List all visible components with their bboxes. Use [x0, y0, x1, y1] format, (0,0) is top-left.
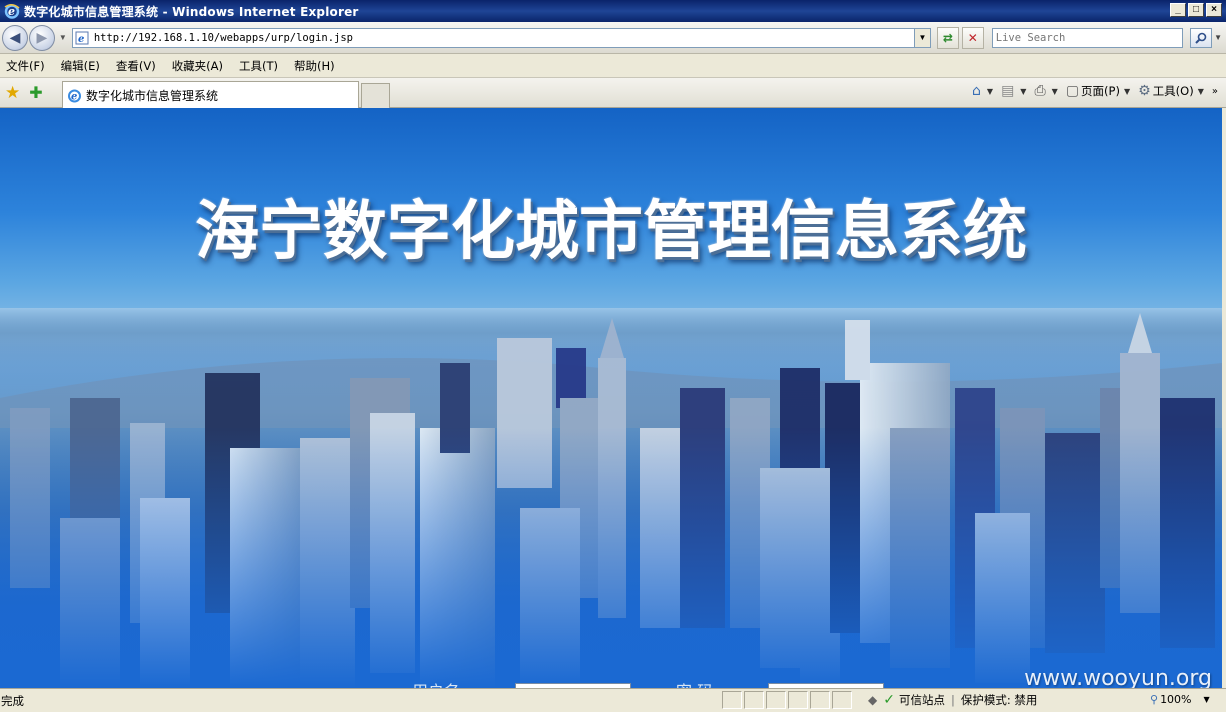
protected-mode-label: 保护模式: 禁用	[960, 693, 1038, 707]
username-label: 用户名	[412, 678, 460, 688]
home-button[interactable]: ⌂ ▼	[972, 83, 993, 99]
security-shield-icon: ◆	[868, 693, 878, 707]
history-dropdown-icon[interactable]: ▼	[59, 33, 69, 42]
window-controls: _ □ ×	[1170, 3, 1222, 17]
status-panes	[722, 691, 852, 709]
print-button[interactable]: ⎙ ▼	[1034, 83, 1057, 99]
feeds-button[interactable]: ▤ ▼	[1001, 83, 1026, 99]
tab-active[interactable]: e 数字化城市信息管理系统	[62, 81, 359, 108]
page-icon: e	[75, 31, 89, 45]
menu-file[interactable]: 文件(F)	[6, 58, 45, 74]
favorites-star-icon[interactable]: ★	[5, 83, 20, 103]
rss-feed-icon: ▤	[1001, 83, 1015, 99]
refresh-button[interactable]: ⇄	[936, 26, 959, 49]
page-content: 海宁数字化城市管理信息系统 用户名 密 码 www.wooyun.org	[0, 108, 1222, 688]
menu-edit[interactable]: 编辑(E)	[61, 58, 100, 74]
status-pane	[766, 691, 786, 709]
status-pane	[810, 691, 830, 709]
menu-view[interactable]: 查看(V)	[116, 58, 156, 74]
watermark-text: www.wooyun.org	[1024, 666, 1212, 688]
add-favorite-icon[interactable]: ✚	[29, 83, 42, 103]
search-icon	[1195, 32, 1207, 44]
zone-label: 可信站点	[898, 693, 945, 707]
tab-bar: ★ ✚ e 数字化城市信息管理系统 ⌂ ▼ ▤ ▼ ⎙ ▼ ▢ 页面(P) ▼ ⚙ 工具(O…	[0, 78, 1226, 108]
security-zone[interactable]: ◆ ✓ 可信站点 | 保护模式: 禁用	[868, 692, 1037, 708]
status-pane	[832, 691, 852, 709]
search-input[interactable]	[991, 27, 1184, 48]
page-menu-label: 页面(P)	[1081, 84, 1120, 98]
status-pane	[744, 691, 764, 709]
search-button[interactable]	[1190, 27, 1213, 48]
svg-text:e: e	[8, 5, 15, 18]
window-title: 数字化城市信息管理系统 - Windows Internet Explorer	[24, 4, 359, 19]
gear-icon: ⚙	[1138, 83, 1151, 99]
address-dropdown-button[interactable]: ▼	[914, 27, 931, 48]
toolbar-overflow-button[interactable]: »	[1212, 86, 1218, 97]
minimize-button[interactable]: _	[1170, 3, 1186, 17]
zoom-control[interactable]: ⚲ 100% ▼	[1150, 693, 1210, 706]
zoom-dropdown-icon: ▼	[1203, 695, 1210, 704]
address-input[interactable]: e http://192.168.1.10/webapps/urp/login.…	[71, 27, 915, 48]
password-label: 密 码	[676, 678, 713, 688]
svg-text:e: e	[71, 91, 77, 102]
svg-text:e: e	[78, 34, 84, 45]
system-banner-title: 海宁数字化城市管理信息系统	[195, 195, 1027, 269]
address-toolbar: ◀ ▶ ▼ e http://192.168.1.10/webapps/urp/…	[0, 22, 1226, 54]
menu-bar: 文件(F) 编辑(E) 查看(V) 收藏夹(A) 工具(T) 帮助(H)	[0, 54, 1226, 78]
status-pane	[788, 691, 808, 709]
command-bar: ⌂ ▼ ▤ ▼ ⎙ ▼ ▢ 页面(P) ▼ ⚙ 工具(O) ▼ »	[966, 83, 1218, 99]
new-tab-button[interactable]	[361, 83, 390, 108]
window-titlebar: e 数字化城市信息管理系统 - Windows Internet Explore…	[0, 0, 1226, 22]
zoom-level: 100%	[1160, 693, 1192, 706]
ie-logo-icon: e	[4, 4, 20, 19]
printer-icon: ⎙	[1034, 83, 1046, 99]
status-text: 完成	[1, 693, 24, 708]
status-separator: |	[950, 693, 955, 707]
menu-help[interactable]: 帮助(H)	[294, 58, 335, 74]
stop-button[interactable]: ✕	[961, 26, 984, 49]
page-menu-button[interactable]: ▢ 页面(P) ▼	[1066, 83, 1130, 99]
refresh-icon: ⇄	[942, 30, 953, 45]
tools-menu-button[interactable]: ⚙ 工具(O) ▼	[1138, 83, 1204, 99]
menu-tools[interactable]: 工具(T)	[239, 58, 278, 74]
address-url: http://192.168.1.10/webapps/urp/login.js…	[93, 31, 353, 44]
menu-favorites[interactable]: 收藏夹(A)	[172, 58, 223, 74]
maximize-button[interactable]: □	[1188, 3, 1204, 17]
status-bar: 完成 ◆ ✓ 可信站点 | 保护模式: 禁用 ⚲ 100% ▼	[0, 688, 1226, 712]
search-options-dropdown-icon[interactable]: ▼	[1214, 33, 1226, 42]
stop-icon: ✕	[967, 30, 978, 45]
city-skyline-image	[0, 308, 1222, 688]
check-icon: ✓	[883, 692, 895, 708]
back-arrow-icon: ◀	[9, 29, 21, 45]
close-button[interactable]: ×	[1206, 3, 1222, 17]
scrollbar[interactable]	[1222, 108, 1226, 688]
page-menu-icon: ▢	[1065, 83, 1080, 99]
tab-label: 数字化城市信息管理系统	[86, 88, 219, 103]
ie-page-icon: e	[68, 89, 81, 102]
status-pane	[722, 691, 742, 709]
home-icon: ⌂	[972, 83, 981, 99]
forward-button[interactable]: ▶	[28, 24, 55, 51]
forward-arrow-icon: ▶	[36, 29, 48, 45]
tools-menu-label: 工具(O)	[1152, 84, 1194, 98]
zoom-icon: ⚲	[1150, 693, 1159, 706]
back-button[interactable]: ◀	[2, 24, 28, 51]
